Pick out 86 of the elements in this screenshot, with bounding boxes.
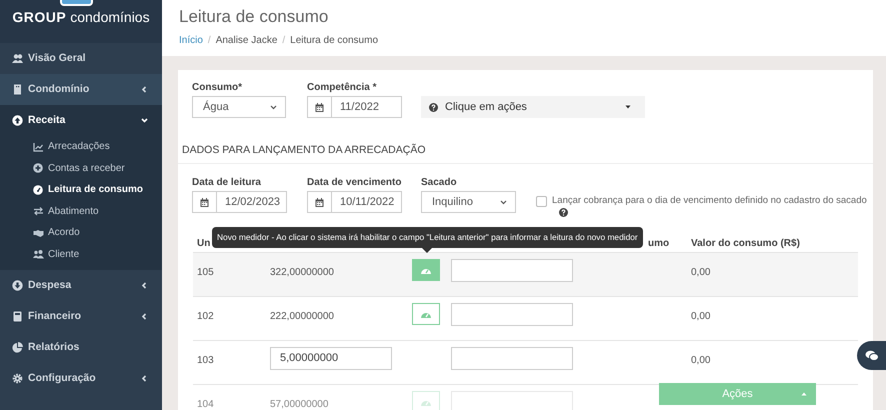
pie-chart-icon (12, 342, 23, 353)
chevron-left-icon (141, 86, 148, 93)
brand-name: GROUP (12, 9, 66, 25)
table-cell-text: 103 (196, 354, 215, 368)
table-cell-text: 104 (196, 398, 215, 410)
calendar-icon (200, 198, 209, 206)
help-icon (559, 208, 568, 217)
sidebar-item[interactable]: Configuração (0, 363, 162, 394)
chevron-left-icon (141, 313, 148, 320)
help-icon (429, 102, 438, 112)
checkbox-label: Lançar cobrança para o dia de vencimento definido no cadastro do sacado (552, 195, 867, 207)
table-cell-text: 322,00000000 (270, 266, 335, 280)
date-field[interactable]: 11/2022 (332, 96, 402, 118)
chevron-down-icon (141, 117, 148, 124)
table-cell-text: 102 (196, 310, 215, 324)
sidebar-item[interactable]: Condomínio (0, 74, 162, 105)
field-label: Data de vencimento (307, 177, 402, 189)
table-cell-text: 105 (196, 266, 215, 280)
chevron-down-icon (270, 104, 277, 110)
caret-up-icon (801, 392, 807, 396)
reading-input[interactable]: 5,00000000 (270, 347, 392, 370)
sidebar-item[interactable]: Despesa (0, 270, 162, 301)
reading-input[interactable] (451, 303, 573, 326)
new-meter-button[interactable] (412, 303, 440, 325)
consumption-select[interactable]: Água (192, 96, 286, 118)
sidebar-subitem[interactable]: Leitura de consumo (0, 179, 162, 200)
sidebar-item[interactable]: Relatórios (0, 332, 162, 363)
chevron-down-icon (500, 200, 507, 204)
new-meter-button[interactable] (412, 259, 440, 281)
sidebar-subitem[interactable]: Cliente (0, 244, 162, 265)
sidebar-item[interactable]: Financeiro (0, 301, 162, 332)
column-header: Un (197, 237, 210, 251)
caret-down-icon (625, 105, 631, 109)
page-title: Leitura de consumo (179, 6, 330, 28)
field-label: Sacado (421, 177, 458, 189)
field-label: Consumo* (192, 82, 243, 94)
calendar-addon[interactable] (307, 96, 332, 118)
chevron-left-icon (141, 375, 148, 382)
field-label: Data de leitura (192, 177, 262, 189)
down-circle-icon (12, 280, 23, 291)
calendar-addon[interactable] (307, 191, 332, 213)
field-label: Competência * (307, 82, 378, 94)
breadcrumb-item: Leitura de consumo (290, 34, 378, 48)
building-icon (12, 84, 23, 95)
table-cell-text: 222,00000000 (270, 310, 335, 324)
breadcrumb-separator: / (208, 34, 211, 48)
chat-icon (864, 350, 878, 362)
users-icon (12, 53, 23, 64)
sidebar-subitem[interactable]: Acordo (0, 222, 162, 244)
column-header: umo (648, 237, 670, 251)
sidebar-subitem[interactable]: Arrecadações (0, 136, 162, 158)
sidebar-item[interactable]: Receita (0, 105, 162, 136)
calculator-icon (12, 311, 23, 322)
calendar-addon[interactable] (192, 191, 217, 213)
swap-icon (33, 206, 44, 216)
date-field[interactable]: 12/02/2023 (217, 191, 287, 213)
reading-input[interactable] (451, 347, 573, 370)
breadcrumb-item: Analise Jacke (216, 34, 278, 48)
table-cell-text: 0,00 (691, 354, 710, 368)
table-cell-text: 0,00 (691, 310, 710, 324)
line-chart-icon (33, 142, 44, 152)
gauge-icon (33, 184, 44, 195)
reading-input[interactable] (451, 259, 573, 282)
calendar-icon (315, 102, 324, 112)
column-header: Valor do consumo (R$) (691, 237, 800, 251)
tooltip: Novo medidor - Ao clicar o sistema irá habilitar o campo "Leitura anterior" para informar a leitura do novo medidor (212, 227, 643, 253)
sidebar-subitem[interactable]: Contas a receber (0, 158, 162, 179)
payer-select[interactable]: Inquilino (421, 191, 516, 213)
breadcrumb-separator: / (282, 34, 286, 48)
table-cell-text: 57,00000000 (270, 398, 330, 410)
chat-button[interactable] (857, 341, 886, 370)
date-field[interactable]: 10/11/2022 (332, 191, 402, 213)
users-icon (33, 249, 44, 260)
up-circle-icon (12, 115, 23, 126)
plus-circle-icon (33, 163, 44, 174)
calendar-icon (315, 198, 324, 206)
gear-icon (12, 373, 23, 384)
section-title: DADOS PARA LANÇAMENTO DA ARRECADAÇÃO (181, 144, 427, 156)
breadcrumb-link[interactable]: Início (179, 33, 203, 48)
actions-dropdown[interactable]: Clique em ações (421, 96, 645, 118)
sidebar-subitem[interactable]: Abatimento (0, 200, 162, 222)
sidebar-item[interactable]: Visão Geral (0, 43, 162, 74)
brand-suffix: condomínios (70, 9, 150, 25)
table-cell-text: 0,00 (691, 266, 710, 280)
checkbox[interactable] (536, 196, 547, 207)
chevron-left-icon (141, 282, 148, 289)
